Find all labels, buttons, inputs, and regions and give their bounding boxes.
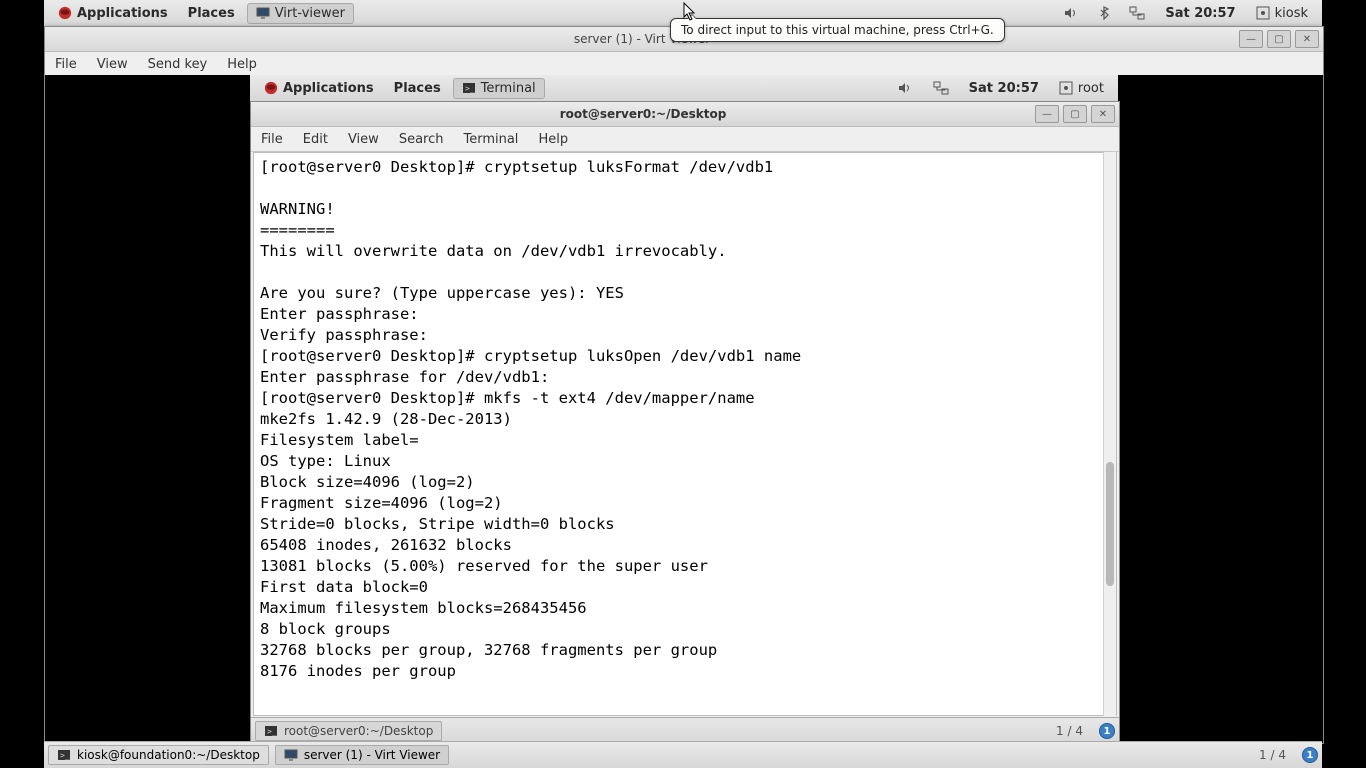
terminal-window: root@server0:~/Desktop — ▢ ✕ File Edit V… xyxy=(250,101,1120,745)
close-button[interactable]: ✕ xyxy=(1295,30,1319,48)
guest-applications-menu[interactable]: Applications xyxy=(256,79,382,98)
bluetooth-icon[interactable] xyxy=(1091,4,1117,22)
applications-menu[interactable]: Applications xyxy=(50,4,176,23)
scrollbar-thumb[interactable] xyxy=(1106,462,1114,586)
user-label: kiosk xyxy=(1275,6,1308,21)
input-hint-tooltip: To direct input to this virtual machine,… xyxy=(670,18,1005,42)
logout-icon xyxy=(1059,81,1073,95)
places-menu[interactable]: Places xyxy=(180,4,243,23)
terminal-icon: >_ xyxy=(264,724,278,738)
term-menu-terminal[interactable]: Terminal xyxy=(453,129,528,150)
terminal-body[interactable]: [root@server0 Desktop]# cryptsetup luksF… xyxy=(253,152,1117,716)
host-bottom-panel: >_ kiosk@foundation0:~/Desktop server (1… xyxy=(44,741,1322,768)
guest-workspace-pager[interactable]: 1 / 4 xyxy=(1050,724,1089,738)
taskbar-item-virtviewer[interactable]: Virt-viewer xyxy=(247,3,354,24)
svg-text:>_: >_ xyxy=(267,727,277,736)
minimize-button[interactable]: — xyxy=(1239,30,1263,48)
virt-menubar: File View Send key Help xyxy=(45,52,1323,77)
maximize-button[interactable]: ▢ xyxy=(1267,30,1291,48)
terminal-icon: >_ xyxy=(57,748,71,762)
menu-sendkey[interactable]: Send key xyxy=(138,54,218,75)
terminal-scrollbar[interactable] xyxy=(1103,152,1116,716)
clock[interactable]: Sat 20:57 xyxy=(1157,4,1243,23)
host-task1-label: kiosk@foundation0:~/Desktop xyxy=(77,748,260,762)
host-workspace-pager[interactable]: 1 / 4 xyxy=(1253,748,1292,762)
term-close-button[interactable]: ✕ xyxy=(1091,105,1115,123)
terminal-menubar: File Edit View Search Terminal Help xyxy=(251,127,1119,152)
virt-viewer-window: server (1) - Virt Viewer — ▢ ✕ File View… xyxy=(44,26,1324,744)
guest-volume-icon[interactable] xyxy=(889,79,921,97)
guest-places-menu[interactable]: Places xyxy=(386,79,449,98)
term-menu-view[interactable]: View xyxy=(338,129,389,150)
guest-task-label: Terminal xyxy=(481,81,536,96)
host-task-virtviewer[interactable]: server (1) - Virt Viewer xyxy=(275,745,449,765)
window-title: server (1) - Virt Viewer xyxy=(45,32,1239,46)
guest-applications-label: Applications xyxy=(283,81,374,96)
guest-desktop: Applications Places >_ Terminal Sat 20:5… xyxy=(250,75,1118,743)
guest-network-icon[interactable] xyxy=(925,79,957,97)
guest-bottom-panel: >_ root@server0:~/Desktop 1 / 4 1 xyxy=(251,717,1119,744)
display-icon xyxy=(256,6,270,20)
virt-viewport[interactable]: Applications Places >_ Terminal Sat 20:5… xyxy=(45,75,1323,743)
menu-view[interactable]: View xyxy=(87,54,138,75)
display-icon xyxy=(284,748,298,762)
host-workspace-badge[interactable]: 1 xyxy=(1302,747,1318,763)
guest-user-label: root xyxy=(1078,81,1104,96)
terminal-titlebar[interactable]: root@server0:~/Desktop — ▢ ✕ xyxy=(251,102,1119,127)
svg-text:>_: >_ xyxy=(60,751,70,760)
network-icon[interactable] xyxy=(1121,4,1153,22)
guest-workspace-badge[interactable]: 1 xyxy=(1099,723,1115,739)
svg-text:>_: >_ xyxy=(465,84,475,93)
user-menu[interactable]: kiosk xyxy=(1248,4,1316,23)
term-menu-edit[interactable]: Edit xyxy=(293,129,338,150)
guest-clock[interactable]: Sat 20:57 xyxy=(961,79,1047,98)
term-maximize-button[interactable]: ▢ xyxy=(1063,105,1087,123)
redhat-icon xyxy=(264,81,278,95)
tooltip-text: To direct input to this virtual machine,… xyxy=(681,23,994,37)
menu-file[interactable]: File xyxy=(45,54,87,75)
terminal-output: [root@server0 Desktop]# cryptsetup luksF… xyxy=(260,157,1110,682)
menu-help[interactable]: Help xyxy=(217,54,267,75)
guest-top-panel: Applications Places >_ Terminal Sat 20:5… xyxy=(250,75,1118,102)
task-label: Virt-viewer xyxy=(275,6,345,21)
term-menu-help[interactable]: Help xyxy=(528,129,578,150)
host-task-kiosk-terminal[interactable]: >_ kiosk@foundation0:~/Desktop xyxy=(48,745,269,765)
guest-task-terminal[interactable]: >_ Terminal xyxy=(453,78,545,99)
logout-icon xyxy=(1256,6,1270,20)
volume-icon[interactable] xyxy=(1055,4,1087,22)
terminal-icon: >_ xyxy=(462,81,476,95)
term-menu-search[interactable]: Search xyxy=(389,129,454,150)
applications-label: Applications xyxy=(77,6,168,21)
terminal-title: root@server0:~/Desktop xyxy=(251,107,1035,121)
term-minimize-button[interactable]: — xyxy=(1035,105,1059,123)
guest-bottom-task[interactable]: >_ root@server0:~/Desktop xyxy=(255,721,442,741)
redhat-icon xyxy=(58,6,72,20)
host-task2-label: server (1) - Virt Viewer xyxy=(304,748,440,762)
guest-user-menu[interactable]: root xyxy=(1051,79,1112,98)
guest-bottom-task-label: root@server0:~/Desktop xyxy=(284,724,433,738)
term-menu-file[interactable]: File xyxy=(251,129,293,150)
